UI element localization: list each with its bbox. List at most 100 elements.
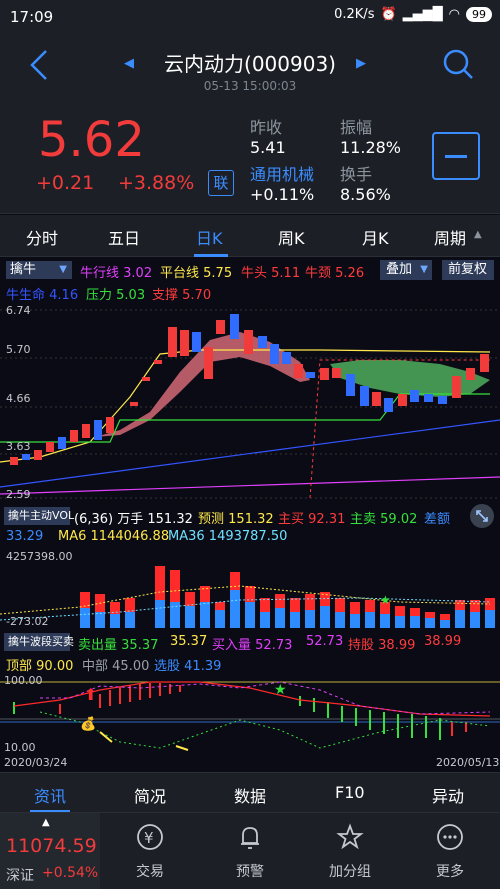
wave-indicator-select[interactable]: 擒牛波段买卖 [4,633,74,651]
bottom-nav: ▲ 11074.59 深证 +0.54% ¥ 交易 预警 加分组 更多 [0,812,500,889]
price-tick: 2.59 [6,488,31,501]
main-indicator-legend: 擒牛 ▼ 牛行线 3.02 平台线 5.75 牛头 5.11 牛颈 5.26 叠加… [0,260,500,281]
star-icon [336,823,364,850]
legend-item: 33.29 [6,529,44,544]
amplitude-label: 振幅 [340,118,373,137]
nav-more-label: 更多 [436,864,464,880]
volume-indicator-select[interactable]: 擒牛主动VOL [4,507,74,525]
battery-icon: 99 [466,7,492,22]
svg-text:¥: ¥ [144,829,154,847]
legend-item: 牛行线 3.02 [80,266,153,281]
volume-panel: ★ 4257398.00 -273.02 [0,548,500,628]
volume-indicator-legend: 擒牛主动VOL (6,36) 万手 151.32 预测 151.32 主买 92… [0,504,500,528]
legend-item: 中部 45.00 [82,659,150,674]
status-bar: 17:09 0.2K/s ⏰ ▂▄▆█ ◠ 99 [0,0,500,34]
tab-f10[interactable]: F10 [335,783,365,802]
sell-volume-line [39,711,491,749]
nav-more[interactable]: 更多 [415,823,485,881]
legend-item: 52.73 [306,634,344,649]
last-price: 5.62 [38,112,145,168]
price-change: +0.21 [36,172,95,194]
legend-item: MA6 1144046.88 [58,529,170,544]
network-speed: 0.2K/s [334,7,375,22]
wave-yellow-mark [175,745,189,751]
legend-item: 差额 [424,512,451,527]
volume-indicator-legend-2: 33.29 MA6 1144046.88 MA36 1493787.50 [0,529,500,547]
tab-daily-k[interactable]: 日K [196,225,223,249]
volume-indicator-name: 擒牛主动VOL [8,509,75,522]
legend-item: 平台线 5.75 [160,266,233,281]
date-start: 2020/03/24 [4,756,67,769]
period-dropdown-icon: ▲ [474,229,482,240]
more-icon [437,824,463,850]
index-ticker[interactable]: ▲ 11074.59 深证 +0.54% [0,813,100,889]
chevron-down-icon: ▼ [59,264,67,275]
sell-star-icon: ★ [274,682,287,698]
wave-panel: ⬆ ★ 💰 100.00 10.00 2020/03/24 2020/05/13 [0,674,500,769]
money-bag-icon: 💰 [80,716,96,732]
turnover-value: 8.56% [340,185,391,204]
page-title: 云内动力(000903) [164,52,336,76]
expand-icon[interactable] [470,504,494,528]
tab-profile[interactable]: 简况 [134,783,166,807]
nav-trade[interactable]: ¥ 交易 [115,823,185,881]
legend-item: 牛颈 5.26 [305,266,365,281]
legend-item: 支撑 5.70 [152,288,212,303]
legend-item: 牛头 5.11 [241,266,301,281]
overlay-select[interactable]: 叠加 ▼ [380,260,432,280]
legend-item: 38.99 [424,634,462,649]
chevron-down-icon: ▼ [420,264,428,275]
header: ◀ 云内动力(000903) ▶ 05-13 15:00:03 [0,34,500,104]
nav-alert[interactable]: 预警 [215,823,285,881]
legend-item: 35.37 [170,634,208,649]
nav-add-group[interactable]: 加分组 [315,823,385,881]
prev-close-label: 昨收 [250,118,283,137]
buy-volume-line [40,681,491,715]
price-change-pct: +3.88% [118,172,195,194]
signal-icon: ▂▄▆█ [402,7,443,22]
period-tabs: 分时 五日 日K 周K 月K 周期 ▲ [0,215,500,257]
tab-period[interactable]: 周期 [434,225,466,249]
main-indicator-select[interactable]: 擒牛 ▼ [6,261,72,279]
tab-news[interactable]: 资讯 [34,783,66,807]
index-value: 11074.59 [6,835,97,857]
tab-data[interactable]: 数据 [234,783,266,807]
legend-item: 选股 41.39 [154,659,222,674]
tab-intraday[interactable]: 分时 [26,225,58,249]
tab-weekly-k[interactable]: 周K [278,225,305,249]
buy-arrow-icon: ⬆ [84,685,97,704]
amplitude-value: 11.28% [340,138,402,157]
legend-item: 牛生命 4.16 [6,288,79,303]
legend-item: 卖出量 35.37 [78,638,159,653]
tab-monthly-k[interactable]: 月K [362,225,389,249]
sector-link[interactable]: 通用机械 [250,161,314,185]
tab-five-day[interactable]: 五日 [108,225,140,249]
vol-axis-bottom: -273.02 [6,615,48,628]
legend-item: MA36 1493787.50 [168,529,288,544]
quote-datetime: 05-13 15:00:03 [203,79,297,93]
turnover-label: 换手 [340,165,373,184]
related-button[interactable]: 联 [208,170,234,196]
nav-add-group-label: 加分组 [329,864,371,880]
tab-alerts[interactable]: 异动 [432,783,464,807]
yen-icon: ¥ [137,824,163,850]
tab-indicator [194,254,228,257]
remove-watchlist-button[interactable] [432,132,480,180]
date-end: 2020/05/13 [436,756,499,769]
adjust-price-button[interactable]: 前复权 [442,260,494,280]
wave-axis-bottom: 10.00 [4,741,36,754]
wifi-icon: ◠ [448,7,460,22]
next-stock-icon[interactable]: ▶ [356,56,366,71]
index-name: 深证 [6,868,34,884]
nav-trade-label: 交易 [136,864,164,880]
star-icon: ★ [380,593,391,607]
info-tabs: 资讯 简况 数据 F10 异动 [0,772,500,813]
price-tick: 5.70 [6,343,31,356]
prev-close-value: 5.41 [250,138,286,157]
sector-change: +0.11% [250,185,315,204]
wave-yellow-mark [99,731,113,743]
minus-icon [445,155,467,158]
wave-indicator-legend: 擒牛波段买卖 卖出量 35.37 35.37 买入量 52.73 52.73 持… [0,633,500,653]
search-icon[interactable] [442,48,474,80]
main-indicator-legend-2: 牛生命 4.16 压力 5.03 支撑 5.70 [0,284,500,303]
